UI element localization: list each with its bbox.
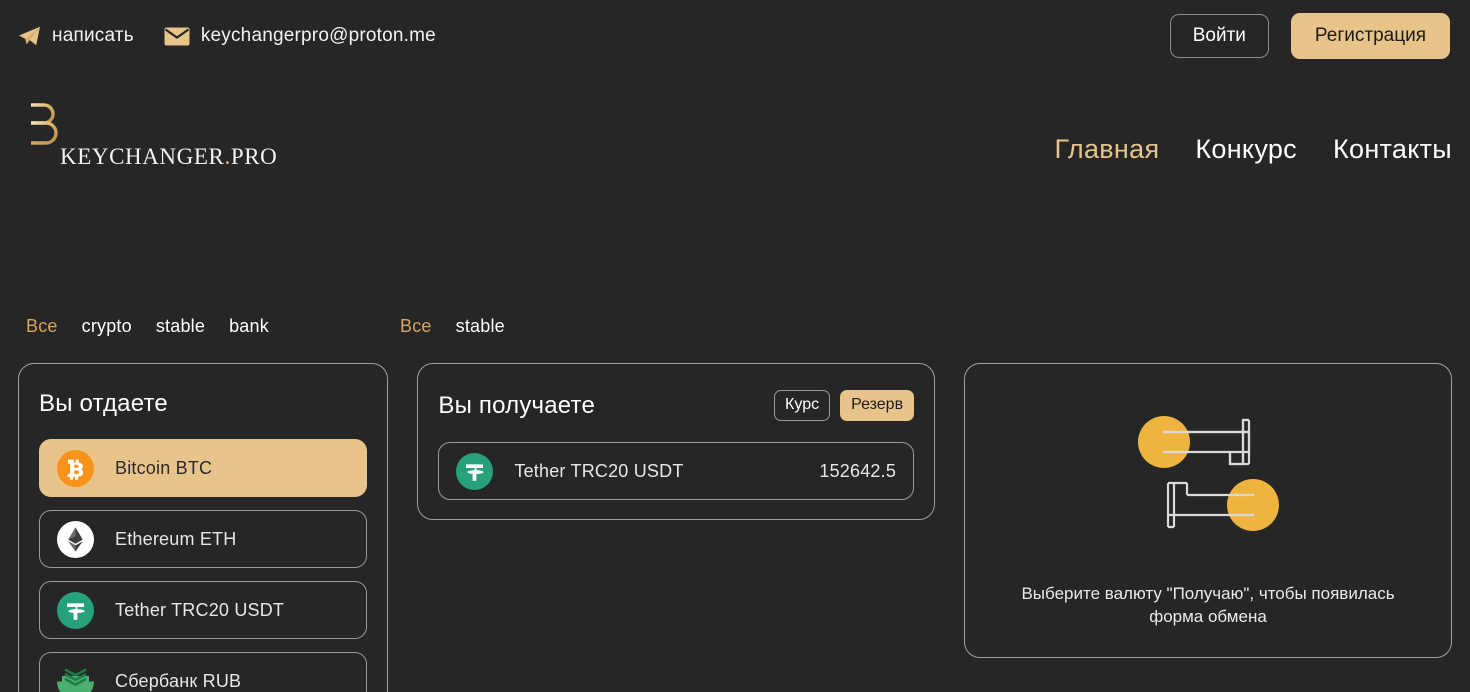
currency-name: Tether TRC20 USDT	[115, 599, 285, 620]
get-panel-sort-chips: Курс Резерв	[774, 390, 915, 421]
logo-text-suffix: PRO	[230, 143, 278, 169]
give-filter-crypto[interactable]: crypto	[82, 316, 132, 337]
give-panel-title: Вы отдаете	[39, 390, 168, 417]
envelope-icon	[164, 27, 190, 46]
ethereum-icon	[57, 520, 94, 558]
get-panel-title: Вы получаете	[438, 391, 596, 419]
give-panel: Вы отдаете Bitcoin BTC Ethereum ETH Teth…	[18, 363, 389, 692]
get-panel-header: Вы получаете Курс Резерв	[438, 390, 915, 421]
sberbank-icon	[57, 663, 94, 692]
sort-chip-rate[interactable]: Курс	[774, 390, 831, 421]
get-filter-all[interactable]: Все	[400, 316, 432, 337]
exchange-info-panel: Выберите валюту "Получаю", чтобы появила…	[964, 363, 1452, 658]
exchange-panels: Вы отдаете Bitcoin BTC Ethereum ETH Teth…	[18, 352, 1452, 692]
login-button[interactable]: Войти	[1169, 14, 1269, 58]
get-filter-tabs: Все stable	[390, 316, 910, 337]
sort-chip-reserve[interactable]: Резерв	[840, 390, 915, 421]
currency-option-bitcoin[interactable]: Bitcoin BTC	[39, 439, 368, 497]
currency-option-sberbank[interactable]: Сбербанк RUB	[39, 652, 368, 692]
get-currency-list: Tether TRC20 USDT 152642.5	[438, 442, 915, 500]
get-panel: Вы получаете Курс Резерв Tether TRC20 US…	[417, 363, 936, 520]
logo-wordmark: KEYCHANGER.PRO	[60, 144, 277, 170]
exchange-info-message: Выберите валюту "Получаю", чтобы появила…	[1021, 584, 1395, 627]
currency-name: Сбербанк RUB	[115, 670, 242, 691]
get-filter-stable[interactable]: stable	[456, 316, 505, 337]
telegram-label: написать	[52, 25, 134, 46]
give-filter-bank[interactable]: bank	[229, 316, 269, 337]
telegram-icon	[18, 26, 41, 46]
site-header: KEYCHANGER.PRO Главная Конкурс Контакты	[0, 72, 1470, 227]
logo-link[interactable]: KEYCHANGER.PRO	[18, 91, 277, 209]
give-filter-all[interactable]: Все	[26, 316, 58, 337]
give-currency-list: Bitcoin BTC Ethereum ETH Tether TRC20 US…	[39, 439, 368, 692]
contact-links: написать keychangerpro@proton.me	[18, 25, 436, 47]
bitcoin-icon	[57, 449, 94, 487]
email-label: keychangerpro@proton.me	[200, 25, 436, 46]
currency-option-tether-receive[interactable]: Tether TRC20 USDT 152642.5	[438, 442, 915, 500]
currency-name: Bitcoin BTC	[115, 457, 213, 478]
currency-name: Tether TRC20 USDT	[514, 460, 684, 481]
currency-name: Ethereum ETH	[115, 528, 237, 549]
top-contact-bar: написать keychangerpro@proton.me Войти Р…	[0, 0, 1470, 72]
logo-text-main: KEYCHANGER	[60, 143, 225, 169]
currency-option-ethereum[interactable]: Ethereum ETH	[39, 510, 368, 568]
give-panel-header: Вы отдаете	[39, 390, 367, 418]
main-navigation: Главная Конкурс Контакты	[1055, 134, 1453, 165]
register-button[interactable]: Регистрация	[1290, 13, 1450, 59]
filter-tabs-row: Все crypto stable bank Все stable	[18, 300, 1452, 352]
auth-buttons: Войти Регистрация	[1169, 13, 1450, 59]
tether-icon	[57, 591, 94, 629]
nav-item-contest[interactable]: Конкурс	[1195, 134, 1297, 165]
exchange-section: Все crypto stable bank Все stable Вы отд…	[0, 300, 1470, 692]
give-filter-tabs: Все crypto stable bank	[18, 316, 390, 337]
nav-item-contacts[interactable]: Контакты	[1333, 134, 1452, 165]
currency-reserve-amount: 152642.5	[819, 460, 897, 481]
exchange-arrows-icon	[1136, 416, 1281, 536]
bitcoin-key-logo-icon	[18, 91, 64, 209]
email-contact-link[interactable]: keychangerpro@proton.me	[164, 25, 436, 47]
currency-option-tether[interactable]: Tether TRC20 USDT	[39, 581, 368, 639]
tether-icon	[456, 452, 494, 490]
nav-item-home[interactable]: Главная	[1055, 134, 1160, 165]
give-filter-stable[interactable]: stable	[156, 316, 205, 337]
telegram-contact-link[interactable]: написать	[18, 25, 134, 47]
